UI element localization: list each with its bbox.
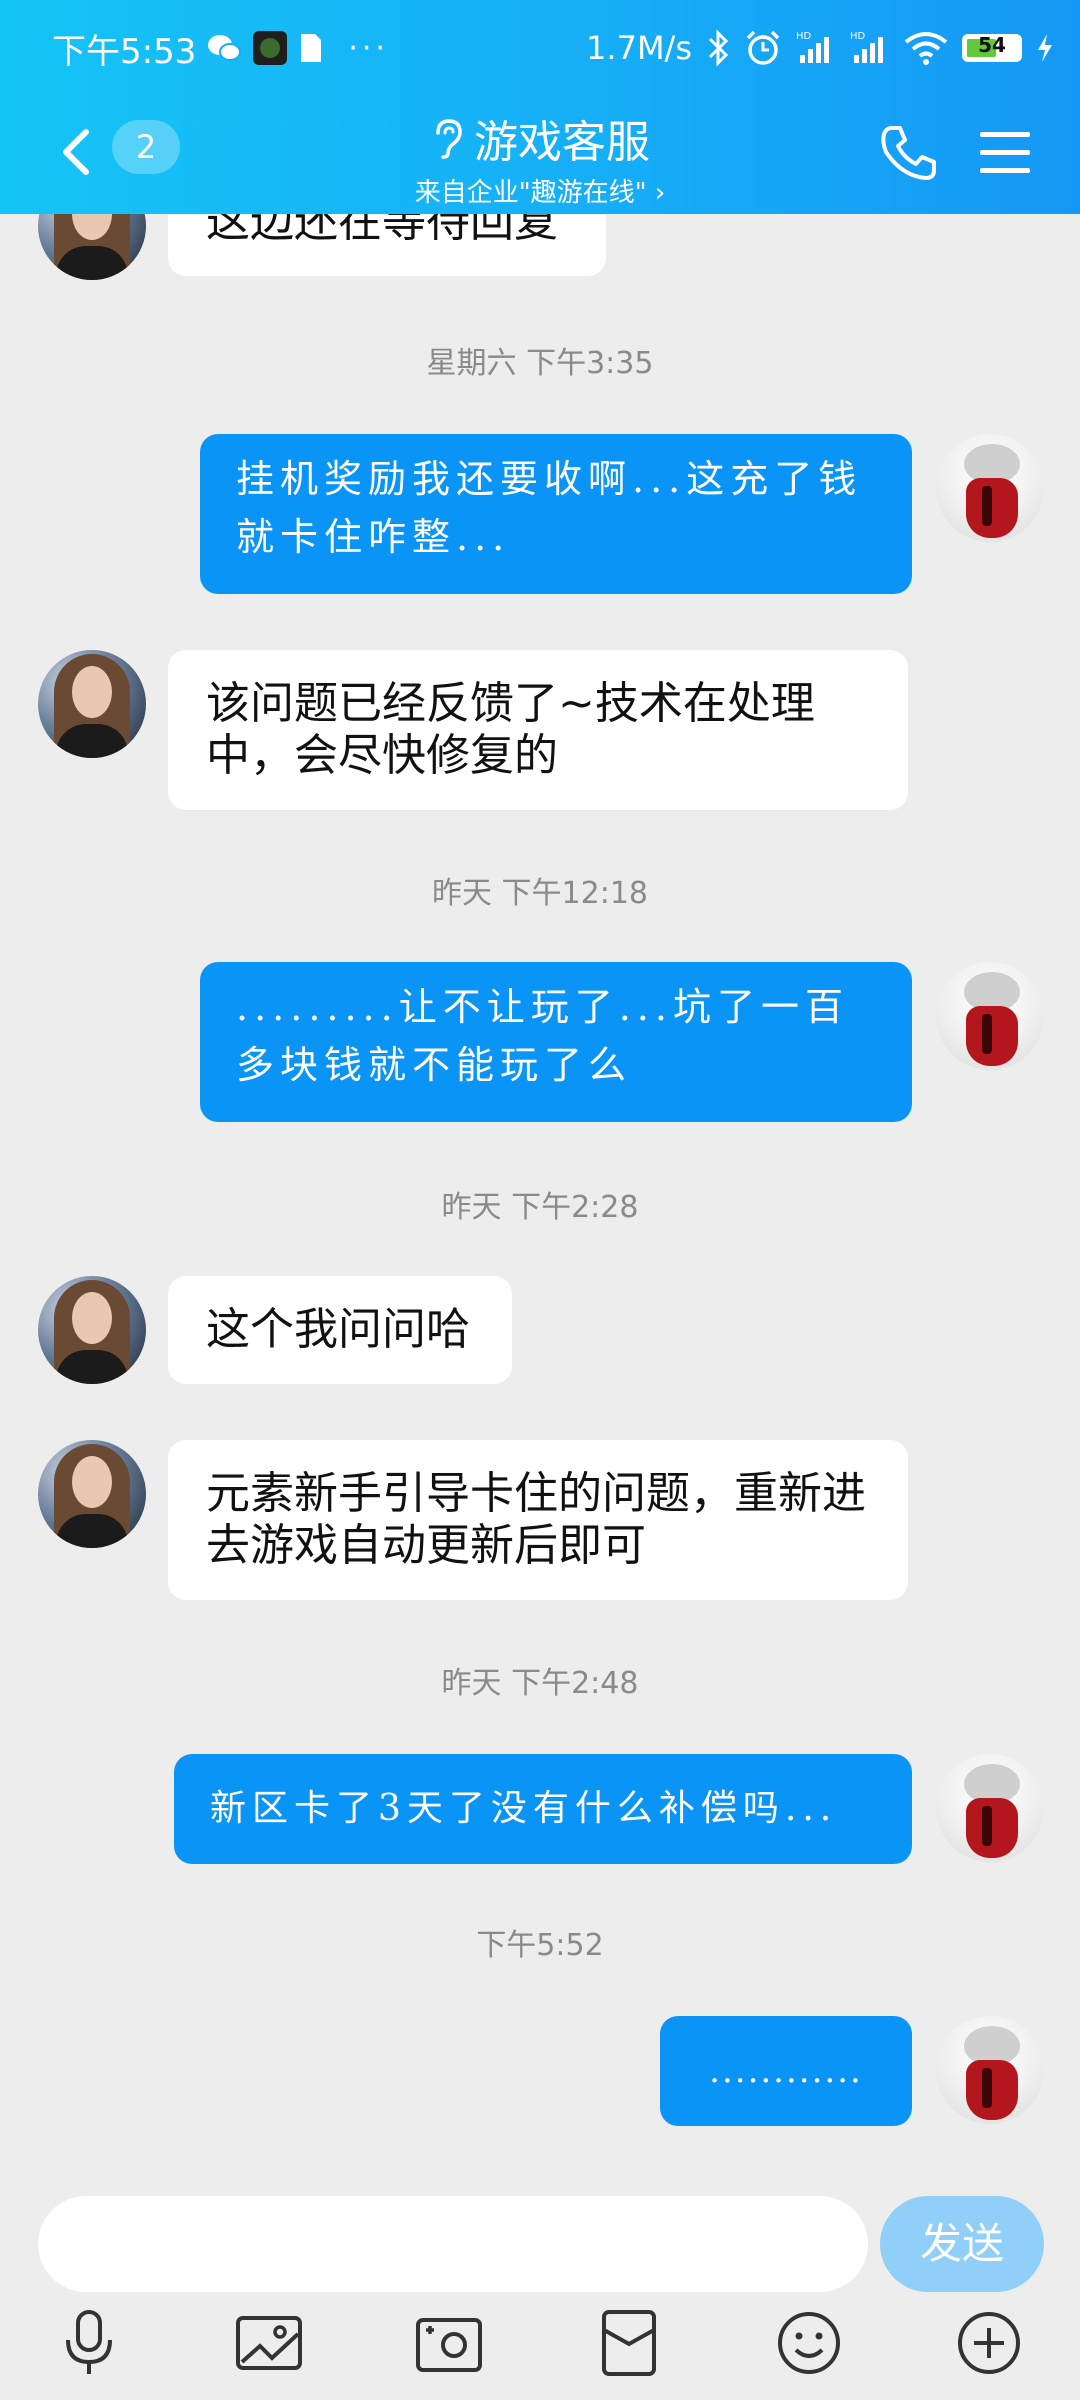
message-input[interactable] [38,2196,868,2292]
red-packet-icon[interactable] [592,2306,666,2380]
signal-hd-2-icon: HD [850,31,883,63]
network-speed: 1.7M/s [586,29,692,67]
app-notification-icon [253,31,288,65]
input-bar: 发送 [0,2176,1080,2292]
user-avatar[interactable] [936,962,1044,1070]
chat-subtitle[interactable]: 来自企业"趣游在线" › [240,172,840,209]
ear-icon [436,119,462,159]
title-bar: 2 游戏客服 来自企业"趣游在线" › [0,100,1080,214]
status-left: 下午5:53 ··· [52,26,389,72]
wechat-icon [208,35,242,61]
title-line: 游戏客服 [240,106,840,170]
user-avatar[interactable] [936,1754,1044,1862]
menu-icon[interactable] [976,124,1034,182]
incoming-message[interactable]: 元素新手引导卡住的问题，重新进去游戏自动更新后即可 [168,1440,908,1600]
mic-icon[interactable] [52,2306,126,2380]
camera-icon[interactable] [412,2306,486,2380]
message-timestamp: 星期六 下午3:35 [426,346,654,381]
message-timestamp: 昨天 下午2:48 [441,1666,639,1701]
chat-title: 游戏客服 [474,117,650,168]
outgoing-message[interactable]: 挂机奖励我还要收啊...这充了钱就卡住咋整... [200,434,912,594]
message-timestamp: 昨天 下午2:28 [441,1190,639,1225]
emoji-icon[interactable] [772,2306,846,2380]
user-avatar[interactable] [936,2016,1044,2124]
image-icon[interactable] [232,2306,306,2380]
alarm-icon [746,30,780,65]
back-arrow-icon[interactable] [52,120,102,184]
incoming-message[interactable]: 这边还在等待回复 [168,214,606,276]
message-timestamp: 下午5:52 [476,1928,604,1963]
status-bar: 下午5:53 ··· 1.7M/s HD HD 54 [0,0,1080,96]
sim-card-icon [301,34,322,62]
user-avatar[interactable] [936,434,1044,542]
signal-hd-1-icon: HD [796,31,829,63]
title-block[interactable]: 游戏客服 来自企业"趣游在线" › [240,106,840,209]
status-time: 下午5:53 [52,31,197,72]
unread-count-badge[interactable]: 2 [112,120,180,174]
battery-icon: 54 [962,33,1022,62]
outgoing-message[interactable]: .........让不让玩了...坑了一百多块钱就不能玩了么 [200,962,912,1122]
charging-icon [1038,34,1052,62]
more-notifications-icon: ··· [348,30,389,66]
message-timestamp: 昨天 下午12:18 [432,876,648,911]
battery-level: 54 [978,33,1006,57]
wifi-icon [904,32,948,65]
incoming-message[interactable]: 该问题已经反馈了~技术在处理中，会尽快修复的 [168,650,908,810]
send-button[interactable]: 发送 [880,2196,1044,2292]
svg-text:HD: HD [796,31,812,42]
message-list[interactable]: 这边还在等待回复 星期六 下午3:35 挂机奖励我还要收啊...这充了钱就卡住咋… [0,214,1080,2176]
outgoing-message[interactable]: 新区卡了3天了没有什么补偿吗... [174,1754,912,1864]
agent-avatar[interactable] [38,650,146,758]
outgoing-message[interactable]: ............ [660,2016,912,2126]
agent-avatar[interactable] [38,1276,146,1384]
bluetooth-icon [708,29,729,67]
chat-header: 下午5:53 ··· 1.7M/s HD HD 54 2 游戏客服 来自企业"趣… [0,0,1080,214]
status-right: 1.7M/s HD HD 54 [586,26,1054,70]
phone-call-icon[interactable] [878,122,940,184]
agent-avatar[interactable] [38,1440,146,1548]
incoming-message[interactable]: 这个我问问哈 [168,1276,512,1384]
svg-text:HD: HD [850,31,866,42]
agent-avatar[interactable] [38,214,146,280]
input-toolbar [0,2296,1080,2400]
plus-icon[interactable] [952,2306,1026,2380]
